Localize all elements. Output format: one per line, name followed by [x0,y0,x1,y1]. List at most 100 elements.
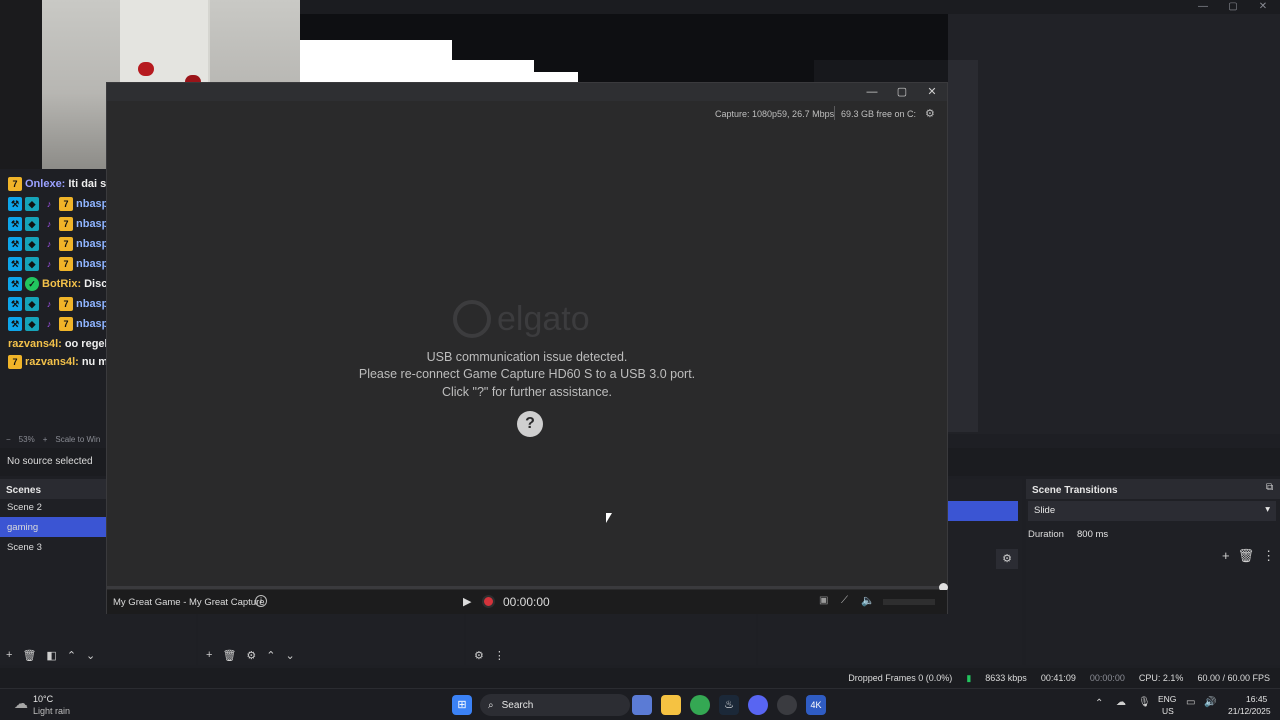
clock-time[interactable]: 16:45 [1246,694,1267,704]
7tv-badge-icon: 7 [59,257,73,271]
volume-icon[interactable]: 🔈 [861,594,875,607]
transition-value: Slide [1034,505,1056,516]
add-source-button[interactable]: + [206,649,212,661]
zoom-out-button[interactable]: − [6,435,11,444]
volume-slider[interactable] [883,599,935,605]
zoom-in-button[interactable]: + [43,435,48,444]
elgato-maximize-button[interactable]: ▢ [887,83,917,101]
minimize-button[interactable]: — [1188,0,1218,14]
signal-icon: ▮ [966,672,972,683]
elgato-info-bar: Capture: 1080p59, 26.7 Mbps 69.3 GB free… [107,105,947,123]
tray-chevron-up-icon[interactable]: ⌃ [1095,698,1103,709]
chat-username[interactable]: razvans4l: [25,356,79,368]
obs-icon[interactable] [777,695,797,715]
capture-info: Capture: 1080p59, 26.7 Mbps [715,109,835,119]
chat-message: razvans4l: oo regele [8,334,114,354]
mixer-toolbar: ⚙ ⋮ [468,645,756,665]
network-icon[interactable]: ▭ [1186,697,1195,708]
chat-username[interactable]: razvans4l: [8,338,62,350]
elgato-logo-mark [453,300,491,338]
chat-username[interactable]: Onlexe: [25,178,65,190]
controls-selected[interactable] [948,501,1018,521]
transition-select[interactable]: Slide ▾ [1028,501,1276,521]
duration-label: Duration [1028,529,1064,540]
timecode: 00:00:00 [503,595,550,609]
vip-badge-icon: ◆ [25,317,39,331]
mic-muted-icon[interactable]: ⟋ [841,595,848,606]
scene-item[interactable]: Scene 3 [0,537,106,557]
screenshot-icon[interactable]: ▣ [819,595,828,606]
windows-start-icon[interactable]: ⊞ [452,695,472,715]
settings-gear-icon[interactable]: ⚙ [996,549,1018,569]
discord-icon[interactable] [748,695,768,715]
move-up-icon[interactable]: ⌃ [67,649,76,662]
vip-badge-icon: ◆ [25,297,39,311]
move-down-icon[interactable]: ⌄ [86,649,95,662]
panel-menu-icon[interactable]: ⧉ [1266,482,1273,493]
mic-badge-icon: ♪ [46,239,52,249]
elgato-logo-text: elgato [497,299,590,338]
search-box[interactable]: ⌕ Search [480,694,630,716]
hammer-badge-icon: ⚒ [8,317,22,331]
play-icon[interactable]: ▶ [463,595,471,608]
steam-icon[interactable]: ♨ [719,695,739,715]
copilot-icon[interactable] [632,695,652,715]
file-explorer-icon[interactable] [661,695,681,715]
scene-item[interactable]: gaming [0,517,106,537]
vip-badge-icon: ◆ [25,217,39,231]
chevron-down-icon: ▾ [1265,504,1270,515]
error-line-2: Please re-connect Game Capture HD60 S to… [358,367,696,381]
live-time: 00:41:09 [1040,673,1076,683]
elgato-minimize-button[interactable]: — [857,83,887,101]
transition-toolbar: + 🗑 ⋮ [1222,548,1275,564]
status-bar: Dropped Frames 0 (0.0%) ▮ 8633 kbps 00:4… [0,668,1280,688]
mic-badge-icon: ♪ [46,319,52,329]
7tv-badge-icon: 7 [59,197,73,211]
mixer-menu-icon[interactable]: ⋮ [494,649,505,662]
add-transition-button[interactable]: + [1222,548,1230,564]
fps: 60.00 / 60.00 FPS [1197,673,1270,683]
source-settings-icon[interactable]: ⚙ [246,649,256,662]
filter-icon[interactable]: ◧ [46,649,56,662]
scale-label[interactable]: Scale to Win [55,435,100,444]
chrome-icon[interactable] [690,695,710,715]
7tv-badge-icon: 7 [59,237,73,251]
tray-app-icon[interactable]: ☁ [1116,697,1126,708]
language-2[interactable]: US [1162,706,1174,716]
transition-menu-icon[interactable]: ⋮ [1262,548,1275,564]
transitions-title: Scene Transitions [1026,479,1280,499]
clock-date[interactable]: 21/12/2025 [1228,706,1271,716]
remove-scene-icon[interactable]: 🗑 [22,649,36,662]
volume-tray-icon[interactable]: 🔊 [1204,697,1216,708]
settings-icon[interactable]: ⚙ [925,107,935,120]
mic-badge-icon: ♪ [46,199,52,209]
scene-item[interactable]: Scene 2 [0,497,106,517]
chat-username[interactable]: BotRix: [42,278,81,290]
maximize-button[interactable]: ▢ [1218,0,1248,14]
divider [834,106,835,120]
language-1[interactable]: ENG [1158,694,1176,704]
timeline-bar[interactable] [107,586,947,589]
nested-obs-panel [948,60,978,432]
elgato-titlebar [107,83,947,101]
mic-badge-icon: ♪ [46,219,52,229]
remove-transition-icon[interactable]: 🗑 [1238,548,1255,564]
info-icon[interactable]: i [255,595,267,607]
elgato-app-icon[interactable]: 4K [806,695,826,715]
help-button[interactable]: ? [517,411,543,437]
remove-source-icon[interactable]: 🗑 [222,649,236,662]
scenes-toolbar: + 🗑 ◧ ⌃ ⌄ [0,645,196,665]
source-up-icon[interactable]: ⌃ [266,649,275,662]
add-scene-button[interactable]: + [6,649,12,661]
microphone-icon[interactable]: 🎙 [1138,697,1151,708]
weather-icon[interactable]: ☁ [14,695,28,712]
7tv-badge-icon: 7 [59,297,73,311]
record-button[interactable] [482,595,495,608]
sources-toolbar: + 🗑 ⚙ ⌃ ⌄ [200,645,464,665]
nested-preview-2 [452,60,534,82]
source-down-icon[interactable]: ⌄ [286,649,295,662]
duration-input[interactable]: 800 ms [1072,525,1262,545]
close-button[interactable]: ✕ [1248,0,1278,14]
elgato-close-button[interactable]: ✕ [917,83,947,101]
mixer-settings-icon[interactable]: ⚙ [474,649,484,662]
